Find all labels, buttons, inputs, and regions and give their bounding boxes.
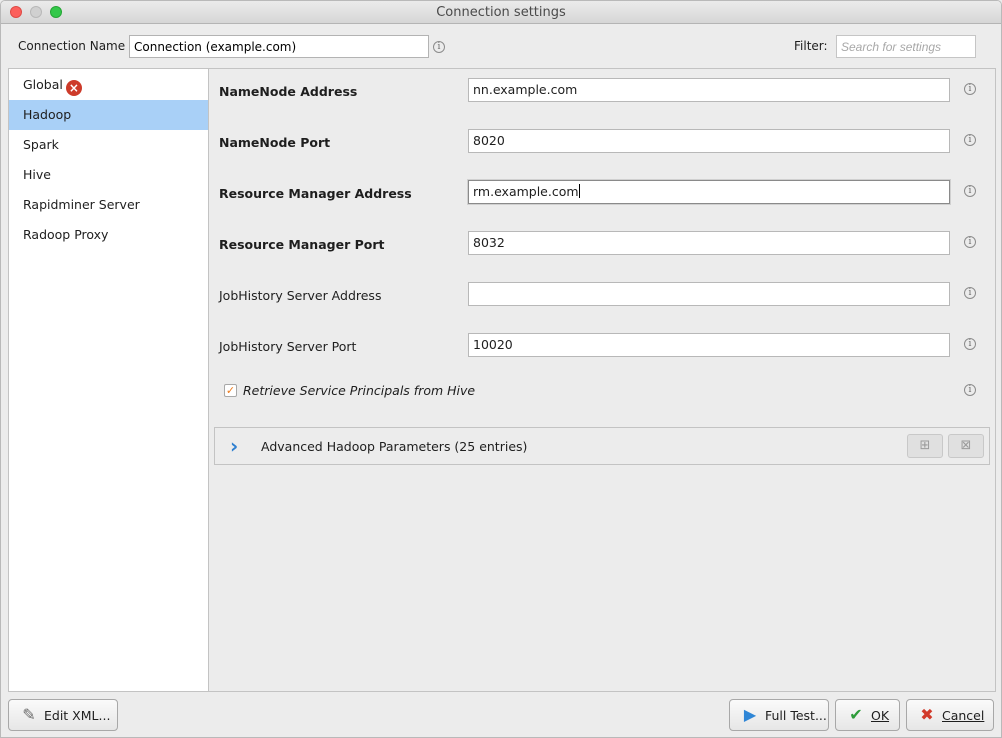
info-icon[interactable]: i [964,338,976,350]
edit-xml-label: Edit XML... [44,708,111,723]
resource-manager-port-input[interactable]: 8032 [468,231,950,255]
sidebar-item-label: Spark [23,137,59,152]
jobhistory-server-address-input[interactable] [468,282,950,306]
window-title: Connection settings [436,5,566,20]
jobhistory-server-port-label: JobHistory Server Port [219,339,357,354]
sidebar-item-hive[interactable]: Hive [9,160,208,190]
play-icon: ▶ [743,705,757,724]
sidebar-item-label: Rapidminer Server [23,197,140,212]
text-caret [578,184,580,198]
cancel-label: Cancel [942,708,985,723]
filter-label: Filter: [794,39,828,53]
info-icon[interactable]: i [964,236,976,248]
add-parameter-button[interactable]: ⊞ [907,434,943,458]
advanced-parameters-section[interactable]: › Advanced Hadoop Parameters (25 entries… [214,427,990,465]
full-test-button[interactable]: ▶ Full Test... [729,699,829,731]
remove-row-icon: ⊠ [960,438,972,453]
checkmark-icon: ✔ [849,705,863,724]
chevron-right-icon[interactable]: › [230,436,238,456]
full-test-label: Full Test... [765,708,827,723]
info-icon[interactable]: i [964,384,976,396]
info-icon[interactable]: i [964,83,976,95]
sidebar-item-label: Radoop Proxy [23,227,109,242]
cancel-x-icon: ✖ [920,705,934,724]
sidebar-item-label: Hadoop [23,107,72,122]
resource-manager-address-value: rm.example.com [473,184,579,199]
sidebar-item-label: Global [23,77,63,92]
filter-input[interactable] [836,35,976,58]
hadoop-settings-panel: NameNode Address nn.example.com i NameNo… [208,68,996,692]
sidebar-item-global[interactable]: Global × [9,70,208,100]
ok-button[interactable]: ✔ OK [835,699,900,731]
namenode-port-label: NameNode Port [219,135,331,150]
jobhistory-server-port-input[interactable]: 10020 [468,333,950,357]
info-icon[interactable]: i [964,134,976,146]
resource-manager-address-label: Resource Manager Address [219,186,412,201]
info-icon[interactable]: i [964,287,976,299]
add-row-icon: ⊞ [919,438,931,453]
info-icon[interactable]: i [964,185,976,197]
remove-parameter-button[interactable]: ⊠ [948,434,984,458]
resource-manager-address-input[interactable]: rm.example.com [468,180,950,204]
retrieve-principals-checkbox[interactable]: ✓ [224,384,237,397]
edit-xml-button[interactable]: ✎ Edit XML... [8,699,118,731]
category-sidebar: Global × Hadoop Spark Hive Rapidminer Ser… [8,68,208,692]
namenode-address-label: NameNode Address [219,84,358,99]
sidebar-item-spark[interactable]: Spark [9,130,208,160]
connection-name-input[interactable] [129,35,429,58]
advanced-parameters-label: Advanced Hadoop Parameters (25 entries) [261,439,528,454]
magic-wand-icon: ✎ [22,705,36,724]
ok-label: OK [871,708,890,723]
sidebar-item-radoop-proxy[interactable]: Radoop Proxy [9,220,208,250]
cancel-button[interactable]: ✖ Cancel [906,699,994,731]
namenode-port-input[interactable]: 8020 [468,129,950,153]
info-icon[interactable]: i [433,41,445,53]
sidebar-item-hadoop[interactable]: Hadoop [9,100,208,130]
jobhistory-server-address-label: JobHistory Server Address [219,288,382,303]
resource-manager-port-label: Resource Manager Port [219,237,385,252]
sidebar-item-rapidminer-server[interactable]: Rapidminer Server [9,190,208,220]
retrieve-principals-label: Retrieve Service Principals from Hive [243,383,476,398]
namenode-address-input[interactable]: nn.example.com [468,78,950,102]
title-bar: Connection settings [1,1,1001,24]
sidebar-item-label: Hive [23,167,51,182]
connection-settings-window: Connection settings Connection Name i Fi… [0,0,1002,738]
connection-name-label: Connection Name [18,39,126,53]
error-icon: × [65,80,82,96]
